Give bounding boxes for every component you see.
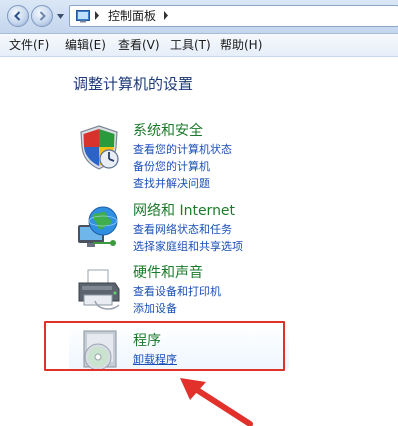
control-panel-icon: [76, 10, 90, 23]
address-toolbar: 控制面板: [0, 0, 398, 34]
page-title: 调整计算机的设置: [73, 75, 194, 93]
link-network-status[interactable]: 查看网络状态和任务: [133, 223, 232, 237]
breadcrumb-control-panel[interactable]: 控制面板: [108, 9, 156, 23]
link-homegroup-sharing[interactable]: 选择家庭组和共享选项: [133, 240, 243, 254]
category-system-security[interactable]: 系统和安全: [133, 123, 203, 140]
back-button[interactable]: [7, 5, 29, 27]
menu-file[interactable]: 文件(F): [9, 38, 49, 52]
menu-bar: 文件(F) 编辑(E) 查看(V) 工具(T) 帮助(H): [0, 34, 398, 57]
shield-icon[interactable]: [75, 123, 123, 171]
menu-edit[interactable]: 编辑(E): [65, 38, 106, 52]
printer-icon[interactable]: [75, 265, 123, 313]
annotation-highlight-box: [44, 321, 285, 371]
link-add-device[interactable]: 添加设备: [133, 302, 177, 316]
link-backup-computer[interactable]: 备份您的计算机: [133, 160, 210, 174]
history-dropdown-icon[interactable]: [57, 13, 64, 20]
annotation-arrow-icon: [180, 378, 253, 426]
address-bar[interactable]: 控制面板: [69, 5, 398, 27]
link-troubleshoot[interactable]: 查找并解决问题: [133, 177, 210, 191]
category-hardware-sound[interactable]: 硬件和声音: [133, 265, 203, 282]
forward-button[interactable]: [31, 5, 53, 27]
link-devices-printers[interactable]: 查看设备和打印机: [133, 285, 221, 299]
breadcrumb-separator-icon[interactable]: [94, 11, 100, 20]
back-arrow-icon: [14, 11, 21, 21]
menu-help[interactable]: 帮助(H): [220, 38, 262, 52]
category-network-internet[interactable]: 网络和 Internet: [133, 203, 235, 220]
network-globe-icon[interactable]: [75, 203, 123, 251]
link-view-computer-status[interactable]: 查看您的计算机状态: [133, 143, 232, 157]
breadcrumb-separator-icon[interactable]: [163, 11, 169, 20]
forward-arrow-icon: [39, 11, 46, 21]
menu-tools[interactable]: 工具(T): [170, 38, 211, 52]
menu-view[interactable]: 查看(V): [118, 38, 160, 52]
